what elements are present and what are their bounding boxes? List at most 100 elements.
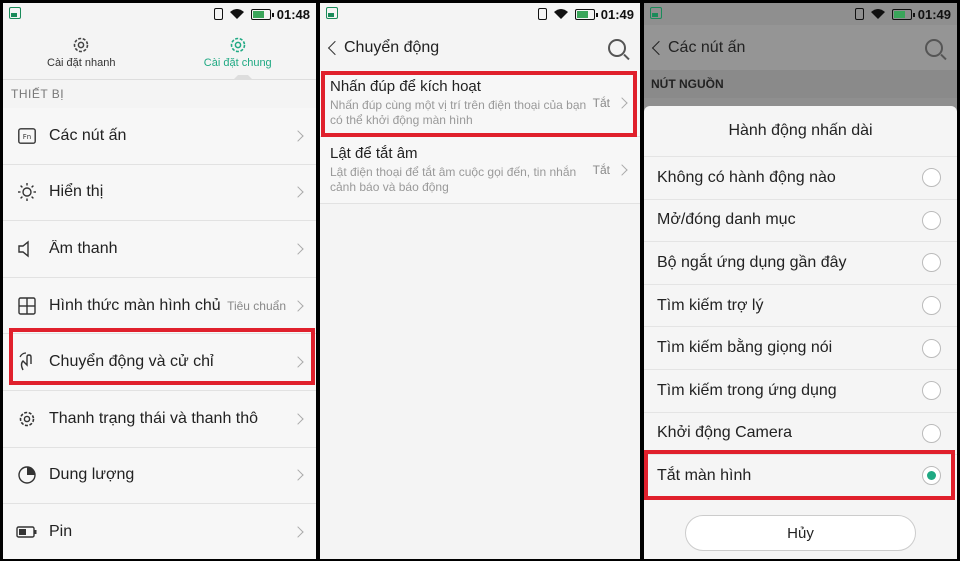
- battery-status-icon: [891, 8, 915, 20]
- gear-icon: [230, 37, 246, 53]
- tab-general-settings[interactable]: Cài đặt chung: [160, 25, 317, 80]
- chevron-right-icon: [292, 186, 304, 199]
- tab-label: Cài đặt chung: [203, 57, 272, 69]
- wifi-icon: [870, 9, 885, 19]
- home-screen-icon: [15, 294, 39, 318]
- fn-icon: Fn: [15, 124, 39, 148]
- gear-icon: [73, 37, 89, 53]
- settings-item-home-screen[interactable]: Hình thức màn hình chủ Tiêu chuẩn: [3, 277, 316, 335]
- radio-button[interactable]: [922, 168, 941, 188]
- search-icon[interactable]: [925, 38, 943, 57]
- option-label: Tìm kiếm trong ứng dụng: [657, 381, 837, 399]
- list-item-double-tap[interactable]: Nhấn đúp để kích hoạt Nhấn đúp cùng một …: [320, 70, 640, 137]
- option-no-action[interactable]: Không có hành động nào: [644, 156, 957, 199]
- gallery-notification-icon: [326, 7, 338, 19]
- option-label: Tắt màn hình: [657, 466, 752, 484]
- speaker-icon: [15, 237, 39, 261]
- item-description: Lật điện thoại để tắt âm cuộc gọi đến, t…: [330, 165, 577, 194]
- gesture-icon: [15, 350, 39, 374]
- settings-item-gestures[interactable]: Chuyển động và cử chỉ: [3, 334, 316, 391]
- battery-status-icon: [250, 8, 274, 20]
- svg-text:Fn: Fn: [23, 133, 31, 141]
- option-launch-camera[interactable]: Khởi động Camera: [644, 411, 957, 455]
- chevron-right-icon: [292, 413, 304, 425]
- screenshot-composite: 01:48 Cài đặt nhanh Cài đặt chung THIẾT …: [0, 0, 960, 561]
- page-title: Chuyển động: [344, 38, 440, 56]
- option-label: Mở/đóng danh mục: [657, 211, 796, 229]
- option-label: Không có hành động nào: [657, 168, 836, 186]
- item-label: Dung lượng: [49, 466, 135, 484]
- tab-quick-settings[interactable]: Cài đặt nhanh: [3, 25, 160, 79]
- search-icon[interactable]: [608, 38, 626, 57]
- chevron-right-icon: [292, 469, 304, 482]
- settings-item-sound[interactable]: Âm thanh: [3, 221, 316, 278]
- option-in-app-search[interactable]: Tìm kiếm trong ứng dụng: [644, 368, 957, 412]
- chevron-right-icon: [292, 243, 304, 255]
- radio-button[interactable]: [922, 381, 941, 401]
- chevron-right-icon: [616, 97, 628, 109]
- gear-icon: [15, 407, 39, 431]
- settings-screen: 01:48 Cài đặt nhanh Cài đặt chung THIẾT …: [3, 3, 316, 559]
- brightness-icon: [15, 180, 39, 204]
- gallery-notification-icon: [9, 7, 21, 19]
- option-assistant-search[interactable]: Tìm kiếm trợ lý: [644, 283, 957, 327]
- sheet-title: Hành động nhấn dài: [728, 122, 873, 139]
- option-screen-off[interactable]: Tắt màn hình: [644, 454, 957, 497]
- back-icon[interactable]: [651, 40, 667, 55]
- option-label: Tìm kiếm trợ lý: [657, 296, 764, 314]
- battery-icon: [15, 520, 39, 544]
- top-bar: Chuyển động: [320, 25, 640, 70]
- radio-button[interactable]: [922, 253, 941, 273]
- option-voice-search[interactable]: Tìm kiếm bằng giọng nói: [644, 326, 957, 369]
- option-open-close-menu[interactable]: Mở/đóng danh mục: [644, 198, 957, 242]
- radio-button-selected[interactable]: [922, 466, 941, 486]
- settings-list: Fn Các nút ấn Hiển thị Âm thanh Hình thứ…: [3, 108, 316, 559]
- back-icon[interactable]: [327, 40, 343, 55]
- status-bar: 01:49: [320, 3, 640, 25]
- gallery-notification-icon: [650, 7, 662, 19]
- wifi-icon: [553, 9, 568, 19]
- tab-label: Cài đặt nhanh: [47, 57, 116, 69]
- status-bar: 01:49: [644, 3, 957, 25]
- option-label: Tìm kiếm bằng giọng nói: [657, 339, 833, 357]
- top-bar: Các nút ấn: [644, 25, 957, 70]
- item-value: Tắt: [592, 96, 610, 110]
- item-description: Nhấn đúp cùng một vị trí trên điện thoại…: [330, 98, 587, 127]
- motion-list: Nhấn đúp để kích hoạt Nhấn đúp cùng một …: [320, 70, 640, 204]
- sim-icon: [537, 8, 547, 20]
- clock: 01:49: [917, 6, 951, 22]
- item-label: Pin: [49, 522, 73, 540]
- item-label: Chuyển động và cử chỉ: [49, 353, 214, 371]
- item-label: Hình thức màn hình chủ: [49, 296, 221, 314]
- list-item-flip-mute[interactable]: Lật để tắt âm Lật điện thoại để tắt âm c…: [320, 137, 640, 204]
- option-recent-apps[interactable]: Bộ ngắt ứng dụng gần đây: [644, 241, 957, 284]
- radio-button[interactable]: [922, 423, 941, 443]
- section-header: THIẾT BỊ: [11, 87, 65, 101]
- item-value: Tắt: [592, 163, 610, 177]
- radio-button[interactable]: [922, 296, 941, 316]
- chevron-right-icon: [616, 164, 628, 176]
- action-sheet: Hành động nhấn dài Không có hành động nà…: [644, 106, 957, 559]
- settings-item-display[interactable]: Hiển thị: [3, 164, 316, 222]
- item-label: Âm thanh: [49, 239, 118, 257]
- item-title: Nhấn đúp để kích hoạt: [330, 78, 481, 95]
- item-title: Lật để tắt âm: [330, 145, 418, 162]
- section-header: NÚT NGUỒN: [644, 70, 957, 98]
- page-title: Các nút ấn: [668, 38, 746, 56]
- item-label: Hiển thị: [49, 183, 104, 201]
- option-label: Bộ ngắt ứng dụng gần đây: [657, 253, 847, 271]
- radio-button[interactable]: [922, 210, 941, 230]
- wifi-icon: [229, 9, 244, 19]
- buttons-screen: 01:49 Các nút ấn NÚT NGUỒN Hành động nhấ…: [644, 3, 957, 559]
- option-label: Khởi động Camera: [657, 424, 793, 442]
- item-label: Các nút ấn: [49, 126, 127, 144]
- chevron-right-icon: [292, 526, 304, 538]
- cancel-button[interactable]: Hủy: [685, 515, 916, 551]
- settings-item-battery[interactable]: Pin: [3, 504, 316, 559]
- clock: 01:48: [276, 6, 310, 22]
- radio-button[interactable]: [922, 338, 941, 358]
- settings-item-status-bar[interactable]: Thanh trạng thái và thanh thô: [3, 390, 316, 448]
- motion-screen: 01:49 Chuyển động Nhấn đúp để kích hoạt …: [320, 3, 640, 559]
- settings-item-buttons[interactable]: Fn Các nút ấn: [3, 108, 316, 165]
- settings-item-storage[interactable]: Dung lượng: [3, 447, 316, 505]
